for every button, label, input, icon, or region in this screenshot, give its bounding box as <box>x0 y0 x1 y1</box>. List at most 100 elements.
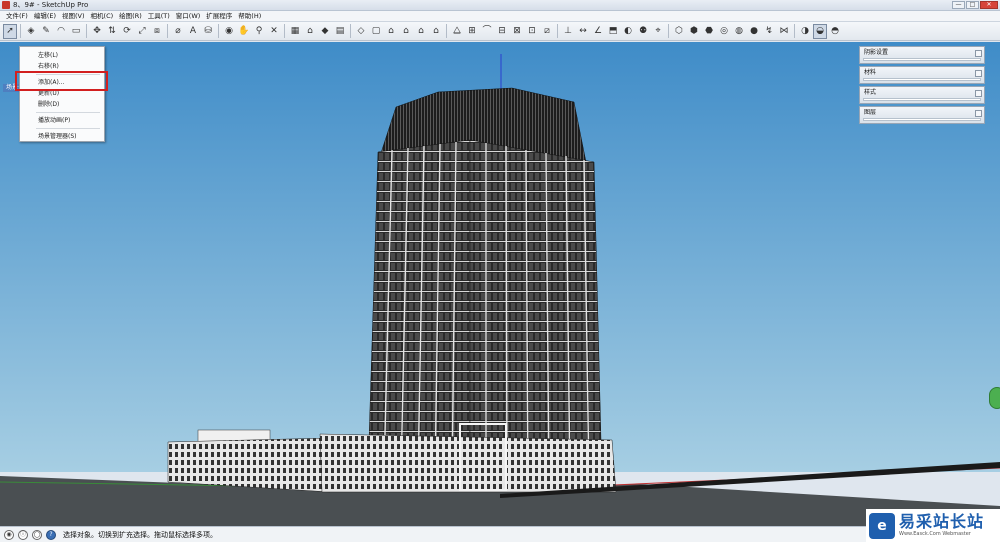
solid-trim-icon[interactable]: ◎ <box>717 24 731 39</box>
menu-extensions[interactable]: 扩展程序 <box>203 11 235 21</box>
menu-help[interactable]: 帮助(H) <box>235 11 264 21</box>
pan-tool-icon[interactable]: ✋ <box>237 24 251 39</box>
sandbox-flip-edge-icon[interactable]: ⧄ <box>540 24 554 39</box>
layout-icon[interactable]: ▤ <box>333 24 347 39</box>
protractor-icon[interactable]: ∠ <box>591 24 605 39</box>
close-button[interactable]: ✕ <box>980 1 998 9</box>
solid-intersect-icon[interactable]: ⬣ <box>702 24 716 39</box>
axes-tool-icon[interactable]: ⊥ <box>561 24 575 39</box>
status-hint: 选择对象。切换到扩充选择。拖动鼠标选择多项。 <box>63 530 217 539</box>
tray-bar <box>863 78 981 81</box>
iso-view-icon[interactable]: ◇ <box>354 24 368 39</box>
dimension-tool-icon[interactable]: ↔ <box>576 24 590 39</box>
help-icon[interactable]: ? <box>46 529 56 540</box>
toolbar-separator <box>20 24 21 38</box>
orbit-tool-icon[interactable]: ◉ <box>222 24 236 39</box>
tray-styles[interactable]: 样式 <box>859 86 985 104</box>
menu-view[interactable]: 视图(V) <box>59 11 88 21</box>
follow-me-icon[interactable]: ↯ <box>762 24 776 39</box>
eraser-tool-icon[interactable]: ◈ <box>24 24 38 39</box>
menu-item-delete[interactable]: 删除(D) <box>20 99 104 110</box>
intersect-faces-icon[interactable]: ⋈ <box>777 24 791 39</box>
position-camera-icon[interactable]: ⌖ <box>651 24 665 39</box>
main-toolbar: ➚ ◈ ✎ ◠ ▭ ✥ ⇅ ⟳ ⤢ ⧈ ⌀ A ⛁ ◉ ✋ ⚲ ✕ ▦ ⌂ ◆ … <box>0 22 1000 41</box>
solid-split-icon[interactable]: ◍ <box>732 24 746 39</box>
tape-measure-icon[interactable]: ⌀ <box>171 24 185 39</box>
scale-tool-icon[interactable]: ⤢ <box>135 24 149 39</box>
components-icon[interactable]: ▦ <box>288 24 302 39</box>
model-viewport[interactable]: 场景号1 <box>0 42 1000 526</box>
rectangle-tool-icon[interactable]: ▭ <box>69 24 83 39</box>
menu-edit[interactable]: 编辑(E) <box>31 11 59 21</box>
solid-union-icon[interactable]: ⬡ <box>672 24 686 39</box>
right-view-icon[interactable]: ⌂ <box>399 24 413 39</box>
menu-item-play-animation[interactable]: 播放动画(P) <box>20 115 104 126</box>
tray-expand-icon[interactable] <box>975 110 982 117</box>
menu-file[interactable]: 文件(F) <box>3 11 31 21</box>
section-plane-icon[interactable]: ⬒ <box>606 24 620 39</box>
extension-warehouse-icon[interactable]: ◆ <box>318 24 332 39</box>
zoom-tool-icon[interactable]: ⚲ <box>252 24 266 39</box>
sandbox-scratch-icon[interactable]: ⊞ <box>465 24 479 39</box>
tray-bar <box>863 118 981 121</box>
tray-shadow-settings[interactable]: 阴影设置 <box>859 46 985 64</box>
shadow-toggle-icon[interactable]: ◑ <box>798 24 812 39</box>
menu-bar: 文件(F) 编辑(E) 视图(V) 相机(C) 绘图(R) 工具(T) 窗口(W… <box>0 11 1000 22</box>
arc-tool-icon[interactable]: ◠ <box>54 24 68 39</box>
sandbox-drape-icon[interactable]: ⊠ <box>510 24 524 39</box>
menu-item-move-left[interactable]: 左移(L) <box>20 50 104 61</box>
annotation-highlight-box <box>15 71 108 91</box>
menu-item-scene-manager[interactable]: 场景管理器(S) <box>20 131 104 142</box>
rotate-tool-icon[interactable]: ⟳ <box>120 24 134 39</box>
tray-toggle-handle[interactable] <box>989 387 1000 409</box>
left-view-icon[interactable]: ⌂ <box>429 24 443 39</box>
toolbar-separator <box>350 24 351 38</box>
tower-body-right <box>469 139 603 483</box>
toolbar-separator <box>284 24 285 38</box>
back-view-icon[interactable]: ⌂ <box>414 24 428 39</box>
move-tool-icon[interactable]: ✥ <box>90 24 104 39</box>
walk-tool-icon[interactable]: ⚉ <box>636 24 650 39</box>
style-monochrome-icon[interactable]: ◓ <box>828 24 842 39</box>
toolbar-separator <box>86 24 87 38</box>
sandbox-contours-icon[interactable]: ⧋ <box>450 24 464 39</box>
text-tool-icon[interactable]: A <box>186 24 200 39</box>
maximize-button[interactable]: □ <box>966 1 979 9</box>
fog-toggle-icon[interactable]: ◒ <box>813 23 827 39</box>
tray-expand-icon[interactable] <box>975 50 982 57</box>
push-pull-tool-icon[interactable]: ⇅ <box>105 24 119 39</box>
sandbox-add-detail-icon[interactable]: ⊡ <box>525 24 539 39</box>
menu-separator <box>36 128 100 129</box>
menu-window[interactable]: 窗口(W) <box>173 11 204 21</box>
sandbox-stamp-icon[interactable]: ⊟ <box>495 24 509 39</box>
front-view-icon[interactable]: ⌂ <box>384 24 398 39</box>
top-view-icon[interactable]: ▢ <box>369 24 383 39</box>
credits-icon[interactable]: ⓘ <box>18 529 28 540</box>
model-scene[interactable] <box>0 42 1000 526</box>
tray-layers[interactable]: 图层 <box>859 106 985 124</box>
solid-outer-shell-icon[interactable]: ● <box>747 24 761 39</box>
window-controls: — □ ✕ <box>952 1 998 9</box>
tray-expand-icon[interactable] <box>975 90 982 97</box>
geo-location-icon[interactable]: ◉ <box>4 529 14 540</box>
look-around-icon[interactable]: ◐ <box>621 24 635 39</box>
warehouse-icon[interactable]: ⌂ <box>303 24 317 39</box>
minimize-button[interactable]: — <box>952 1 965 9</box>
sandbox-smoove-icon[interactable]: ⌒ <box>480 24 494 39</box>
paint-bucket-icon[interactable]: ⛁ <box>201 24 215 39</box>
select-tool-icon[interactable]: ➚ <box>3 23 17 39</box>
pencil-tool-icon[interactable]: ✎ <box>39 24 53 39</box>
solid-subtract-icon[interactable]: ⬢ <box>687 24 701 39</box>
zoom-extents-icon[interactable]: ✕ <box>267 24 281 39</box>
menu-tools[interactable]: 工具(T) <box>145 11 173 21</box>
watermark-text-group: 易采站长站 Www.Easck.Com Webmaster <box>899 513 984 538</box>
tray-expand-icon[interactable] <box>975 70 982 77</box>
user-account-icon[interactable]: ◯ <box>32 529 42 540</box>
menu-camera[interactable]: 相机(C) <box>88 11 117 21</box>
menu-draw[interactable]: 绘图(R) <box>116 11 145 21</box>
toolbar-separator <box>668 24 669 38</box>
toolbar-separator <box>794 24 795 38</box>
tray-materials[interactable]: 材料 <box>859 66 985 84</box>
sketchup-app-icon <box>2 1 10 9</box>
offset-tool-icon[interactable]: ⧈ <box>150 24 164 39</box>
